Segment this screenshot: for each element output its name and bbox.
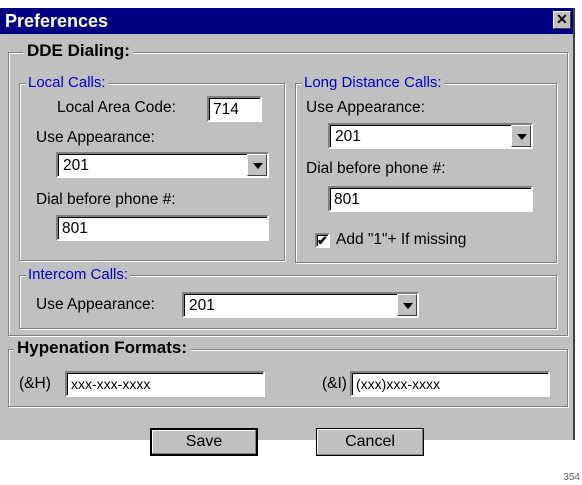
hyphen-h-input[interactable]: xxx-xxx-xxxx <box>65 371 265 397</box>
intercom-group: Intercom Calls: Use Appearance: 201 <box>19 266 557 329</box>
local-dial-before-label: Dial before phone #: <box>36 191 176 208</box>
preferences-dialog: Preferences ✕ DDE Dialing: Local Calls: … <box>0 8 575 456</box>
cancel-button[interactable]: Cancel <box>316 428 424 456</box>
title-bar: Preferences ✕ <box>0 8 573 34</box>
dde-dialing-legend: DDE Dialing: <box>23 41 134 61</box>
hyphen-i-input[interactable]: (xxx)xxx-xxxx <box>350 371 550 397</box>
local-area-code-input[interactable]: 714 <box>207 96 262 122</box>
chevron-down-icon[interactable] <box>511 125 531 147</box>
window-title: Preferences <box>5 11 109 31</box>
close-button[interactable]: ✕ <box>553 11 571 29</box>
figure-number: 354 <box>563 472 580 483</box>
save-button-label: Save <box>185 433 223 450</box>
ld-appearance-value: 201 <box>335 128 361 145</box>
cancel-button-label: Cancel <box>345 433 395 450</box>
local-appearance-label: Use Appearance: <box>36 129 155 146</box>
ld-dial-before-label: Dial before phone #: <box>306 160 446 177</box>
hyphen-i-label: (&I) <box>322 375 347 392</box>
checkmark-icon: ✔ <box>317 233 328 248</box>
dde-dialing-group: DDE Dialing: Local Calls: Local Area Cod… <box>8 41 568 336</box>
ld-dial-before-input[interactable]: 801 <box>328 186 533 212</box>
hyphenation-legend: Hypenation Formats: <box>13 338 192 358</box>
local-dial-before-input[interactable]: 801 <box>56 215 269 241</box>
long-distance-group: Long Distance Calls: Use Appearance: 201… <box>295 74 557 263</box>
chevron-down-icon[interactable] <box>247 154 267 176</box>
intercom-appearance-label: Use Appearance: <box>36 296 155 313</box>
local-appearance-value: 201 <box>63 157 89 174</box>
intercom-legend: Intercom Calls: <box>26 266 131 283</box>
ld-appearance-label: Use Appearance: <box>306 99 425 116</box>
close-icon: ✕ <box>556 11 568 27</box>
page-text-fragment <box>0 0 582 8</box>
intercom-appearance-value: 201 <box>189 297 215 314</box>
local-calls-group: Local Calls: Local Area Code: 714 Use Ap… <box>19 74 285 261</box>
intercom-appearance-select[interactable]: 201 <box>182 292 419 318</box>
ld-appearance-select[interactable]: 201 <box>328 123 533 149</box>
local-calls-legend: Local Calls: <box>26 74 108 91</box>
add-one-label: Add "1"+ If missing <box>336 231 467 248</box>
local-area-code-label: Local Area Code: <box>57 99 176 116</box>
chevron-down-icon[interactable] <box>397 294 417 316</box>
hyphenation-group: Hypenation Formats: (&H) xxx-xxx-xxxx (&… <box>8 338 568 407</box>
long-distance-legend: Long Distance Calls: <box>302 74 444 91</box>
local-appearance-select[interactable]: 201 <box>56 152 269 178</box>
add-one-checkbox[interactable]: ✔ <box>315 233 330 248</box>
save-button[interactable]: Save <box>150 428 258 456</box>
hyphen-h-label: (&H) <box>19 375 51 392</box>
